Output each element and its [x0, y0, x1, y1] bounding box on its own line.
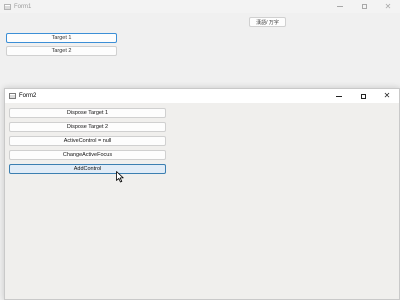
minimize-icon — [337, 6, 343, 7]
form2-app-icon — [9, 93, 16, 99]
form1-caption-buttons: ✕ — [328, 0, 400, 13]
language-button[interactable]: 漢語/ 万字 — [249, 17, 286, 27]
form2-maximize-button[interactable] — [351, 89, 375, 103]
change-active-focus-button[interactable]: ChangeActiveFocus — [9, 150, 166, 160]
minimize-icon — [336, 95, 342, 97]
active-control-null-button[interactable]: ActiveControl = null — [9, 136, 166, 146]
close-icon: ✕ — [383, 91, 391, 100]
add-control-button[interactable]: AddControl — [9, 164, 166, 174]
form1-title: Form1 — [14, 3, 32, 10]
mouse-pointer-icon — [116, 171, 124, 183]
form1-window: Form1 ✕ Target 1 Target 2 漢語/ 万字 — [0, 0, 400, 90]
dispose-target1-button[interactable]: Dispose Target 1 — [9, 108, 166, 118]
form1-app-icon — [4, 3, 11, 10]
form1-close-button[interactable]: ✕ — [376, 0, 400, 13]
form2-minimize-button[interactable] — [327, 89, 351, 103]
close-icon: ✕ — [384, 1, 392, 11]
form2-window: Form2 ✕ Dispose Target 1 Dispose Target … — [4, 88, 400, 300]
form2-caption-buttons: ✕ — [327, 89, 399, 103]
maximize-icon — [360, 93, 366, 99]
form1-minimize-button[interactable] — [328, 0, 352, 13]
target2-button[interactable]: Target 2 — [6, 46, 117, 56]
form2-close-button[interactable]: ✕ — [375, 89, 399, 103]
form2-title: Form2 — [19, 93, 37, 99]
form1-maximize-button[interactable] — [352, 0, 376, 13]
form1-titlebar[interactable]: Form1 ✕ — [0, 0, 400, 13]
maximize-icon — [361, 4, 367, 9]
form2-titlebar[interactable]: Form2 ✕ — [5, 89, 399, 103]
target1-button[interactable]: Target 1 — [6, 33, 117, 43]
dispose-target2-button[interactable]: Dispose Target 2 — [9, 122, 166, 132]
